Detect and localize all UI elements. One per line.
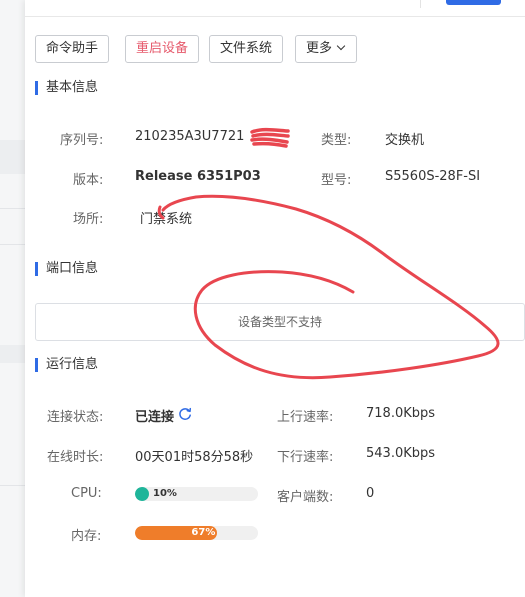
clients-value: 0 (366, 486, 375, 501)
connection-status-value: 已连接 (135, 410, 175, 425)
background-row (0, 345, 25, 363)
cpu-usage-fill (135, 487, 149, 501)
location-value: 门禁系统 (140, 212, 193, 227)
file-system-button[interactable]: 文件系统 (209, 35, 284, 63)
panel-header (25, 0, 525, 17)
clients-label: 客户端数: (277, 490, 334, 505)
background-divider (0, 208, 25, 209)
header-divider (420, 0, 421, 8)
memory-label: 内存: (71, 529, 102, 544)
basic-info-title: 基本信息 (35, 80, 98, 96)
online-time-label: 在线时长: (47, 450, 104, 465)
header-primary-button[interactable] (446, 0, 501, 5)
more-button-label: 更多 (306, 41, 333, 56)
serial-label: 序列号: (60, 133, 104, 148)
memory-usage-bar: 67% (135, 526, 258, 540)
upload-rate-value: 718.0Kbps (366, 406, 436, 421)
cpu-label: CPU: (71, 486, 102, 501)
run-info-title: 运行信息 (35, 357, 98, 373)
refresh-icon[interactable] (178, 407, 192, 421)
port-info-empty-box: 设备类型不支持 (35, 303, 525, 341)
redaction-scribble (250, 127, 290, 148)
location-label: 场所: (73, 212, 104, 227)
background-divider (0, 485, 25, 486)
command-helper-button[interactable]: 命令助手 (35, 35, 110, 63)
type-value: 交换机 (385, 133, 425, 148)
cpu-usage-text: 10% (153, 488, 177, 499)
online-time-value: 00天01时58分58秒 (135, 450, 254, 465)
unsupported-message: 设备类型不支持 (237, 315, 322, 329)
background-list-strip (0, 0, 25, 597)
memory-usage-text: 67% (191, 527, 216, 538)
chevron-down-icon (336, 41, 346, 51)
version-value: Release 6351P03 (135, 169, 261, 184)
version-label: 版本: (73, 173, 104, 188)
background-row (0, 140, 25, 174)
device-detail-panel: 命令助手 重启设备 文件系统 更多 基本信息 序列号: 210235A3U772… (25, 0, 525, 597)
download-rate-value: 543.0Kbps (366, 446, 436, 461)
upload-rate-label: 上行速率: (277, 410, 334, 425)
restart-device-button[interactable]: 重启设备 (125, 35, 200, 63)
download-rate-label: 下行速率: (277, 450, 334, 465)
serial-value: 210235A3U7721 (135, 129, 245, 144)
model-label: 型号: (321, 173, 352, 188)
type-label: 类型: (321, 133, 352, 148)
background-divider (0, 244, 25, 245)
model-value: S5560S-28F-SI (385, 169, 481, 184)
cpu-usage-bar: 10% (135, 487, 258, 501)
connection-status-label: 连接状态: (47, 410, 104, 425)
more-button[interactable]: 更多 (295, 35, 358, 63)
port-info-title: 端口信息 (35, 261, 98, 277)
